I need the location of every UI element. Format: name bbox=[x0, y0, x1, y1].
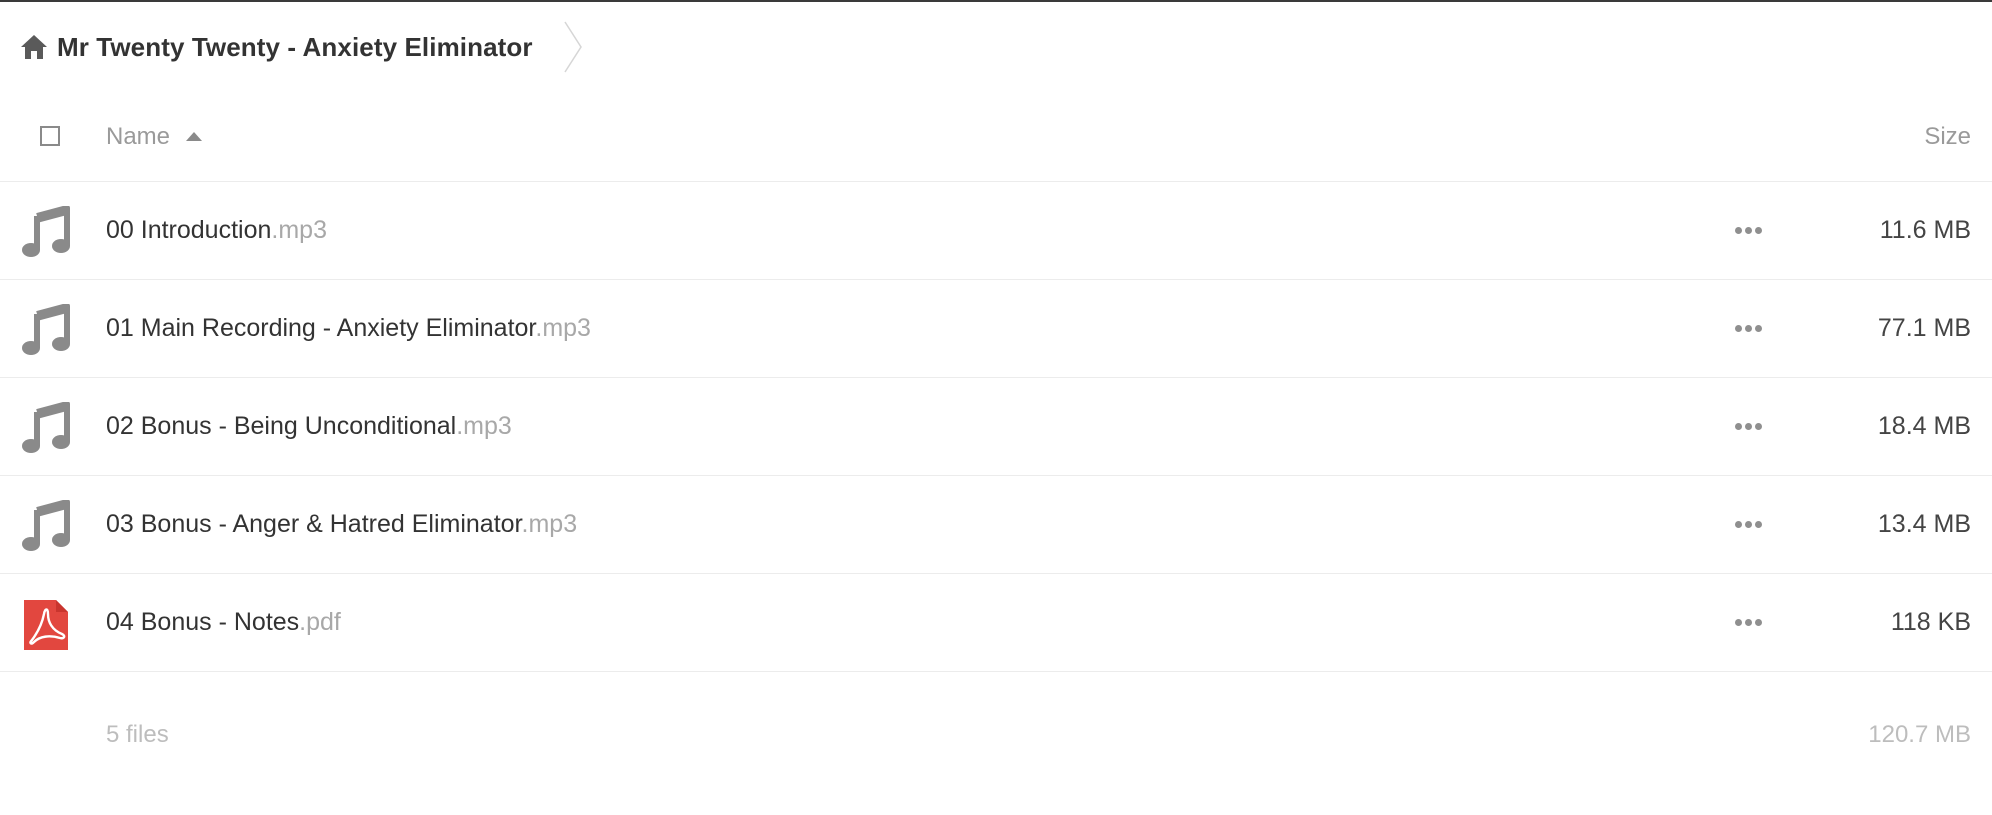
file-size: 118 KB bbox=[1890, 608, 1971, 636]
file-extension: .mp3 bbox=[271, 216, 327, 244]
chevron-right-icon bbox=[563, 20, 585, 74]
file-row[interactable]: 00 Introduction.mp3 11.6 MB bbox=[0, 182, 1992, 280]
file-row[interactable]: 02 Bonus - Being Unconditional.mp3 18.4 … bbox=[0, 378, 1992, 476]
file-name[interactable]: 01 Main Recording - Anxiety Eliminator.m… bbox=[106, 310, 591, 346]
file-row[interactable]: 01 Main Recording - Anxiety Eliminator.m… bbox=[0, 280, 1992, 378]
file-base-name: 02 Bonus - Being Unconditional bbox=[106, 412, 457, 440]
name-column-label: Name bbox=[106, 123, 171, 150]
file-base-name: 03 Bonus - Anger & Hatred Eliminator bbox=[106, 510, 522, 538]
file-summary: 5 files 120.7 MB bbox=[0, 715, 1992, 755]
total-size: 120.7 MB bbox=[1868, 721, 1971, 748]
file-row[interactable]: 03 Bonus - Anger & Hatred Eliminator.mp3… bbox=[0, 476, 1992, 574]
more-actions-button[interactable] bbox=[1730, 512, 1766, 536]
music-note-icon bbox=[22, 303, 70, 356]
more-actions-button[interactable] bbox=[1730, 316, 1766, 340]
sort-by-size-button[interactable]: Size bbox=[1924, 120, 1971, 154]
breadcrumb-folder[interactable]: Mr Twenty Twenty - Anxiety Eliminator bbox=[20, 32, 533, 63]
file-size: 77.1 MB bbox=[1877, 314, 1971, 342]
file-name[interactable]: 02 Bonus - Being Unconditional.mp3 bbox=[106, 408, 512, 444]
file-name[interactable]: 04 Bonus - Notes.pdf bbox=[106, 604, 341, 640]
file-list: 00 Introduction.mp3 11.6 MB 01 Main Reco… bbox=[0, 182, 1992, 672]
select-all-checkbox[interactable] bbox=[40, 126, 60, 146]
file-base-name: 01 Main Recording - Anxiety Eliminator bbox=[106, 314, 536, 342]
file-extension: .mp3 bbox=[456, 412, 512, 440]
file-base-name: 00 Introduction bbox=[106, 216, 272, 244]
sort-ascending-icon bbox=[186, 131, 203, 141]
more-actions-button[interactable] bbox=[1730, 414, 1766, 438]
file-extension: .mp3 bbox=[521, 510, 578, 538]
files-app: Mr Twenty Twenty - Anxiety Eliminator Na… bbox=[0, 0, 1992, 815]
home-icon[interactable] bbox=[20, 33, 48, 61]
music-note-icon bbox=[22, 499, 70, 552]
music-note-icon bbox=[22, 205, 70, 258]
file-base-name: 04 Bonus - Notes bbox=[106, 608, 300, 636]
file-size: 11.6 MB bbox=[1879, 216, 1971, 244]
sort-by-name-button[interactable]: Name bbox=[106, 120, 203, 154]
breadcrumb: Mr Twenty Twenty - Anxiety Eliminator bbox=[20, 20, 585, 74]
more-actions-button[interactable] bbox=[1730, 610, 1766, 634]
pdf-icon bbox=[22, 598, 70, 650]
file-extension: .mp3 bbox=[535, 314, 591, 342]
file-name[interactable]: 03 Bonus - Anger & Hatred Eliminator.mp3 bbox=[106, 506, 577, 542]
file-count: 5 files bbox=[106, 721, 169, 748]
file-size: 13.4 MB bbox=[1877, 510, 1971, 538]
file-row[interactable]: 04 Bonus - Notes.pdf 118 KB bbox=[0, 574, 1992, 672]
more-actions-button[interactable] bbox=[1730, 218, 1766, 242]
folder-name[interactable]: Mr Twenty Twenty - Anxiety Eliminator bbox=[57, 32, 533, 63]
music-note-icon bbox=[22, 401, 70, 454]
table-header: Name Size bbox=[0, 102, 1992, 182]
file-size: 18.4 MB bbox=[1877, 412, 1971, 440]
file-name[interactable]: 00 Introduction.mp3 bbox=[106, 212, 327, 248]
file-extension: .pdf bbox=[299, 608, 341, 636]
